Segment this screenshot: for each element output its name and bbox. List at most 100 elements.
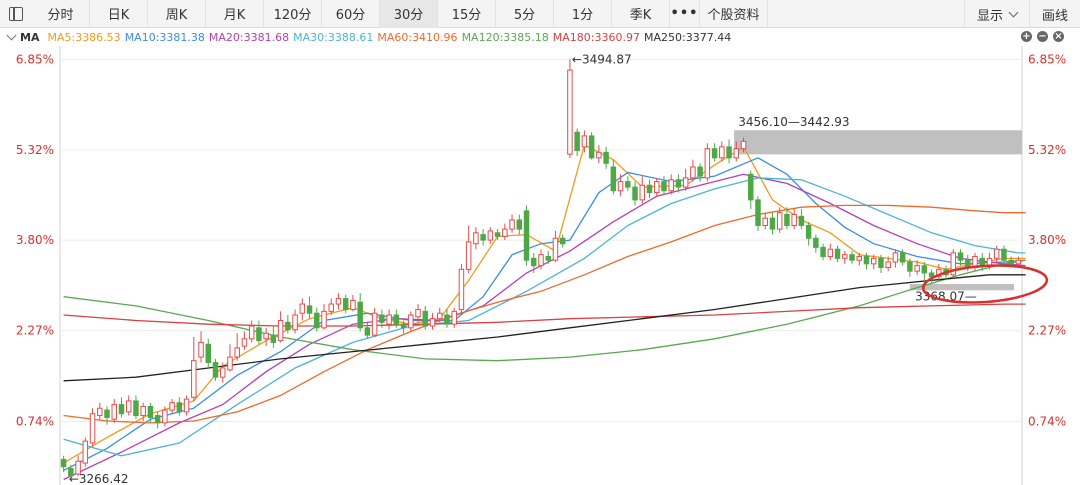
candle-body xyxy=(422,310,429,327)
more-tabs-icon[interactable]: ••• xyxy=(670,0,700,28)
candle xyxy=(133,395,139,420)
period-tab[interactable]: 15分 xyxy=(438,0,496,28)
candle xyxy=(820,243,826,261)
resistance-zone xyxy=(734,130,1022,155)
resistance-zone-label: 3456.10—3442.93 xyxy=(738,115,849,129)
candle-body xyxy=(494,232,501,237)
candle xyxy=(234,333,240,361)
candle-body xyxy=(870,257,877,265)
period-tab[interactable]: 周K xyxy=(148,0,206,28)
candle xyxy=(697,163,703,182)
period-tab[interactable]: 分时 xyxy=(32,0,90,28)
candle-body xyxy=(856,256,862,261)
candle xyxy=(509,214,515,233)
y-tick-label-left: 6.85% xyxy=(16,52,54,66)
candle xyxy=(791,209,797,230)
display-menu-button[interactable]: 显示 xyxy=(963,0,1029,28)
candle-body xyxy=(726,146,732,159)
period-tab[interactable]: 月K xyxy=(206,0,264,28)
candle xyxy=(408,311,414,332)
candle xyxy=(892,249,899,268)
candle-body xyxy=(820,246,826,258)
period-tab[interactable]: 1分 xyxy=(554,0,612,28)
candle-body xyxy=(625,181,631,188)
candle-body xyxy=(473,232,479,245)
candle-body xyxy=(979,257,985,267)
candle-body xyxy=(704,148,711,179)
period-tab[interactable]: 日K xyxy=(90,0,148,28)
candle-body xyxy=(299,303,306,314)
candle-body xyxy=(914,265,920,272)
candle xyxy=(653,177,660,197)
candle-body xyxy=(842,254,848,259)
candle-body xyxy=(545,256,551,261)
candle-body xyxy=(907,261,913,272)
candle xyxy=(364,322,371,339)
panel-toggle-icon[interactable] xyxy=(6,5,26,23)
candle-body xyxy=(342,298,349,311)
collapse-chevron-icon[interactable] xyxy=(6,30,17,40)
candle-body xyxy=(125,400,132,413)
candle-body xyxy=(183,398,190,413)
candle xyxy=(270,325,277,348)
period-tab[interactable]: 120分 xyxy=(264,0,322,28)
candle xyxy=(277,311,284,343)
candle xyxy=(458,263,465,314)
ma-line-ma5 xyxy=(63,144,1026,464)
ma-value: MA30:3388.61 xyxy=(293,30,374,44)
ma-line-ma20 xyxy=(63,173,1026,481)
candle-body xyxy=(502,228,508,237)
candle-body xyxy=(314,312,320,329)
candle xyxy=(639,176,646,204)
period-tab[interactable]: 30分 xyxy=(380,0,438,28)
candle xyxy=(154,411,161,429)
close-indicator-icon[interactable]: × xyxy=(1053,31,1064,42)
draw-line-button[interactable]: 画线 xyxy=(1028,0,1080,28)
ma-value: MA60:3410.96 xyxy=(377,30,458,44)
zoom-in-icon[interactable]: + xyxy=(1021,31,1032,42)
period-tab[interactable]: 5分 xyxy=(496,0,554,28)
period-toolbar: 分时 日K 周K 月K 120分 60分 30分 15分 5分 1分 季K ••• 个股资料 显示 画线 xyxy=(0,0,1080,28)
candle xyxy=(371,307,378,337)
candle-body xyxy=(892,252,899,263)
ma-line-ma180 xyxy=(63,303,1026,327)
candle-body xyxy=(653,181,660,194)
candle-body xyxy=(393,314,400,325)
candle xyxy=(191,336,197,401)
candle-body xyxy=(1015,259,1022,265)
indicator-title[interactable]: MA xyxy=(20,31,39,44)
candle xyxy=(682,168,689,191)
period-tab[interactable]: 60分 xyxy=(322,0,380,28)
chevron-down-icon xyxy=(1008,7,1019,17)
candle xyxy=(451,307,457,328)
candle-body xyxy=(719,146,725,159)
candle-body xyxy=(429,318,436,327)
y-tick-label-left: 3.80% xyxy=(16,233,54,247)
candle-body xyxy=(328,303,334,312)
candle-body xyxy=(357,301,363,329)
candle-body xyxy=(993,248,1000,259)
candle-body xyxy=(740,140,747,150)
ma-value: MA10:3381.38 xyxy=(124,30,205,44)
candle xyxy=(314,307,320,332)
candle-body xyxy=(415,309,421,318)
draw-label: 画线 xyxy=(1041,8,1068,24)
zoom-out-icon[interactable]: − xyxy=(1037,31,1048,42)
candle xyxy=(125,395,132,416)
candle xyxy=(335,293,342,310)
candle xyxy=(646,179,653,199)
ma-line-ma30 xyxy=(63,177,1026,457)
candle-body xyxy=(617,181,624,192)
period-tab[interactable]: 季K xyxy=(612,0,670,28)
candle xyxy=(241,331,248,350)
candle-body xyxy=(711,148,718,159)
candle xyxy=(169,399,175,414)
candle-body xyxy=(531,257,537,267)
candle xyxy=(292,309,298,334)
candle-body xyxy=(162,409,168,424)
candle xyxy=(668,174,674,195)
candle xyxy=(950,249,957,279)
period-tab[interactable]: 个股资料 xyxy=(700,0,768,28)
display-label: 显示 xyxy=(976,8,1003,24)
candle xyxy=(769,212,776,235)
